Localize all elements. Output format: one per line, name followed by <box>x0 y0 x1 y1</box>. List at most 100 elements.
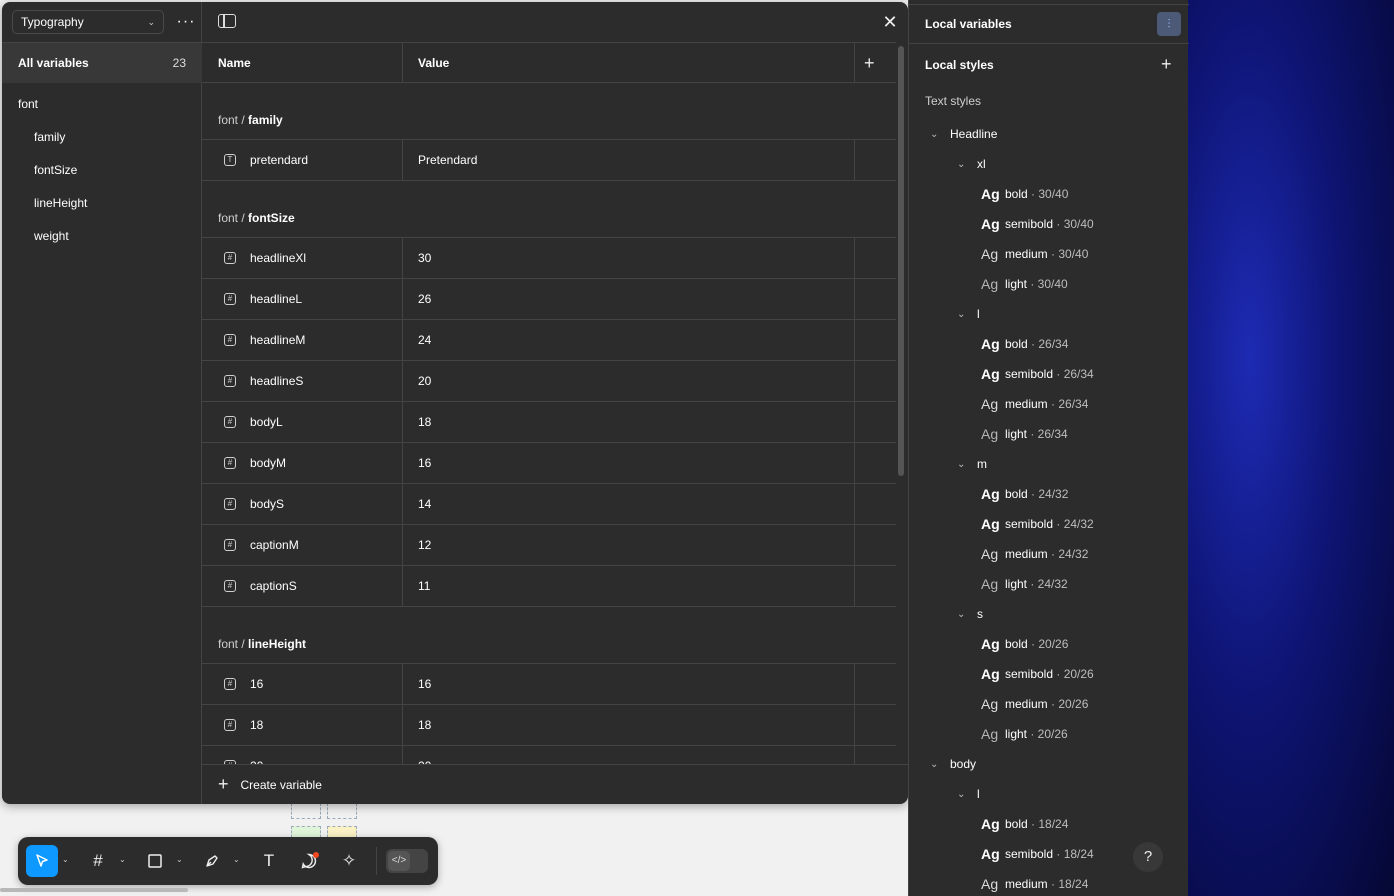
text-tool-icon[interactable]: T <box>253 845 285 877</box>
variable-row[interactable]: #16 16 <box>202 664 896 705</box>
variable-value[interactable]: 12 <box>418 525 431 565</box>
style-subgroup-row[interactable]: ⌄ xl <box>909 149 1189 179</box>
chevron-down-icon[interactable]: ⌄ <box>233 855 240 864</box>
variable-name[interactable]: 16 <box>250 664 263 704</box>
variable-name[interactable]: captionM <box>250 525 299 565</box>
variable-value[interactable]: 20 <box>418 746 431 764</box>
style-subgroup-row[interactable]: ⌄ l <box>909 779 1189 809</box>
sidebar-group-weight[interactable]: weight <box>2 219 202 252</box>
rectangle-tool-icon[interactable] <box>139 845 171 877</box>
help-button[interactable]: ? <box>1133 842 1163 872</box>
table-scrollbar[interactable] <box>898 46 904 476</box>
column-header-value[interactable]: Value <box>418 43 449 83</box>
collection-select[interactable]: Typography ⌄ <box>12 10 164 34</box>
sidebar-group-family[interactable]: family <box>2 120 202 153</box>
text-style-item[interactable]: Ag light · 30/40 <box>909 269 1189 299</box>
chevron-down-icon[interactable]: ⌄ <box>957 789 965 800</box>
ai-actions-icon[interactable]: ✧ <box>333 845 365 877</box>
text-style-item[interactable]: Ag bold · 26/34 <box>909 329 1189 359</box>
text-style-item[interactable]: Ag medium · 30/40 <box>909 239 1189 269</box>
text-style-item[interactable]: Ag semibold · 26/34 <box>909 359 1189 389</box>
variable-value[interactable]: 18 <box>418 705 431 745</box>
variable-name[interactable]: captionS <box>250 566 297 606</box>
variable-row[interactable]: # headlineS 20 <box>202 361 896 402</box>
text-style-item[interactable]: Ag bold · 18/24 <box>909 809 1189 839</box>
style-subgroup-row[interactable]: ⌄ l <box>909 299 1189 329</box>
chevron-down-icon[interactable]: ⌄ <box>62 855 69 864</box>
adjust-settings-icon[interactable]: ⫶ <box>1157 12 1181 36</box>
add-style-plus-icon[interactable]: + <box>1161 54 1172 75</box>
variable-row[interactable]: #18 18 <box>202 705 896 746</box>
variable-name[interactable]: pretendard <box>250 140 308 180</box>
column-header-name[interactable]: Name <box>218 43 251 83</box>
more-options-icon[interactable]: ··· <box>174 10 198 34</box>
text-style-item[interactable]: Ag bold · 20/26 <box>909 629 1189 659</box>
text-style-item[interactable]: Ag medium · 18/24 <box>909 869 1189 896</box>
variable-value[interactable]: 30 <box>418 238 431 278</box>
variable-row[interactable]: # headlineL 26 <box>202 279 896 320</box>
variable-name[interactable]: bodyL <box>250 402 283 442</box>
text-style-item[interactable]: Ag semibold · 24/32 <box>909 509 1189 539</box>
text-style-item[interactable]: Ag semibold · 20/26 <box>909 659 1189 689</box>
variable-row[interactable]: # captionM 12 <box>202 525 896 566</box>
frame-tool-icon[interactable]: # <box>82 845 114 877</box>
variable-row[interactable]: #2020 <box>202 746 896 764</box>
sidebar-group-lineheight[interactable]: lineHeight <box>2 186 202 219</box>
variable-name[interactable]: headlineM <box>250 320 305 360</box>
variable-value[interactable]: 20 <box>418 361 431 401</box>
variable-value[interactable]: 26 <box>418 279 431 319</box>
chevron-down-icon[interactable]: ⌄ <box>930 759 938 770</box>
variable-name[interactable]: bodyM <box>250 443 286 483</box>
variable-row[interactable]: # headlineXl 30 <box>202 238 896 279</box>
create-variable-button[interactable]: + Create variable <box>202 764 908 804</box>
sidebar-toggle-icon[interactable] <box>218 14 236 28</box>
chevron-down-icon[interactable]: ⌄ <box>957 609 965 620</box>
sidebar-group-fontsize[interactable]: fontSize <box>2 153 202 186</box>
style-group-row[interactable]: ⌄ body <box>909 749 1189 779</box>
chevron-down-icon[interactable]: ⌄ <box>119 855 126 864</box>
variable-row[interactable]: # headlineM 24 <box>202 320 896 361</box>
variable-value[interactable]: 24 <box>418 320 431 360</box>
variable-value[interactable]: 11 <box>418 566 430 606</box>
comment-tool-icon[interactable] <box>293 845 325 877</box>
variable-value[interactable]: 18 <box>418 402 431 442</box>
variable-row[interactable]: # bodyM 16 <box>202 443 896 484</box>
dev-mode-toggle[interactable]: </> <box>386 849 428 873</box>
chevron-down-icon[interactable]: ⌄ <box>957 309 965 320</box>
chevron-down-icon[interactable]: ⌄ <box>176 855 183 864</box>
variable-name[interactable]: bodyS <box>250 484 284 524</box>
variable-value[interactable]: 16 <box>418 664 431 704</box>
text-style-item[interactable]: Ag bold · 30/40 <box>909 179 1189 209</box>
variable-name[interactable]: headlineS <box>250 361 303 401</box>
variable-row[interactable]: Tpretendard Pretendard <box>202 140 896 181</box>
variable-row[interactable]: # bodyS 14 <box>202 484 896 525</box>
text-style-item[interactable]: Ag light · 26/34 <box>909 419 1189 449</box>
pen-tool-icon[interactable] <box>196 845 228 877</box>
variable-value[interactable]: 14 <box>418 484 431 524</box>
text-style-item[interactable]: Ag bold · 24/32 <box>909 479 1189 509</box>
variable-row[interactable]: # captionS 11 <box>202 566 896 607</box>
style-group-row[interactable]: ⌄ Headline <box>909 119 1189 149</box>
local-variables-row[interactable]: Local variables <box>909 4 1189 44</box>
variable-value[interactable]: Pretendard <box>418 140 477 180</box>
chevron-down-icon[interactable]: ⌄ <box>957 459 965 470</box>
variable-name[interactable]: 18 <box>250 705 263 745</box>
variable-name[interactable]: headlineL <box>250 279 302 319</box>
text-style-item[interactable]: Ag medium · 26/34 <box>909 389 1189 419</box>
variable-value[interactable]: 16 <box>418 443 431 483</box>
variable-name[interactable]: 20 <box>250 746 263 764</box>
chevron-down-icon[interactable]: ⌄ <box>930 129 938 140</box>
text-style-item[interactable]: Ag medium · 20/26 <box>909 689 1189 719</box>
text-style-item[interactable]: Ag medium · 24/32 <box>909 539 1189 569</box>
variable-row[interactable]: # bodyL 18 <box>202 402 896 443</box>
style-subgroup-row[interactable]: ⌄ s <box>909 599 1189 629</box>
all-variables-item[interactable]: All variables 23 <box>2 43 202 83</box>
text-style-item[interactable]: Ag light · 24/32 <box>909 569 1189 599</box>
text-style-item[interactable]: Ag semibold · 30/40 <box>909 209 1189 239</box>
move-tool-icon[interactable] <box>26 845 58 877</box>
canvas-horizontal-scrollbar[interactable] <box>0 888 188 892</box>
text-style-item[interactable]: Ag light · 20/26 <box>909 719 1189 749</box>
variable-name[interactable]: headlineXl <box>250 238 306 278</box>
style-subgroup-row[interactable]: ⌄ m <box>909 449 1189 479</box>
chevron-down-icon[interactable]: ⌄ <box>957 159 965 170</box>
